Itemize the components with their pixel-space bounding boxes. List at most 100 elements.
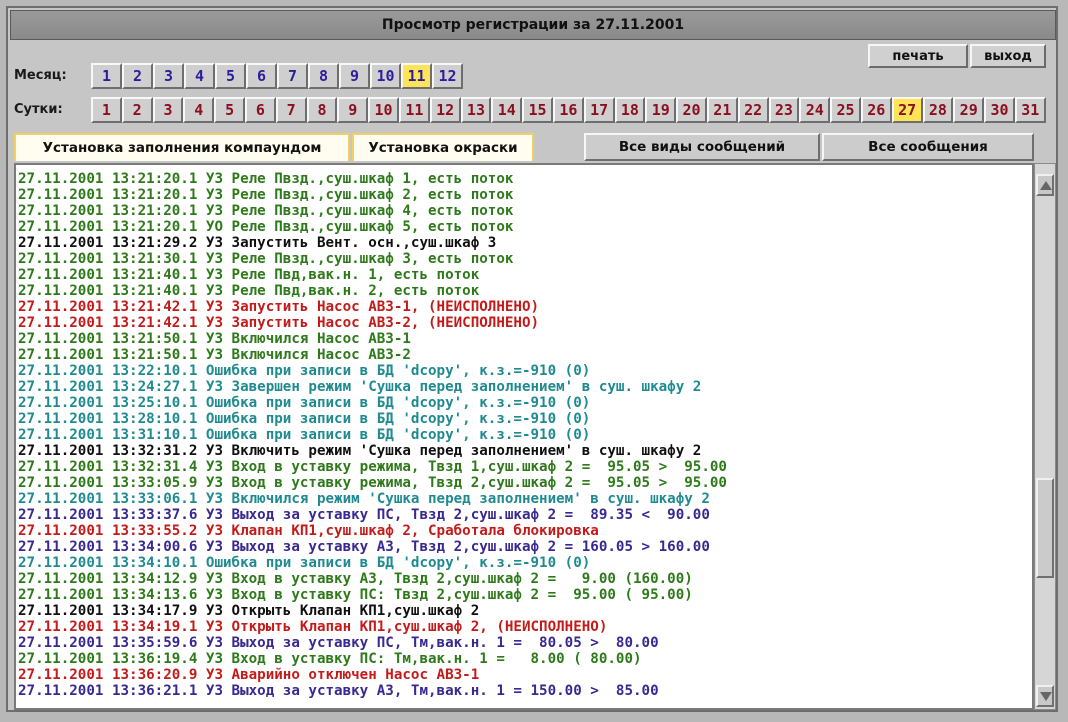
day-selector: 1 2 3 4 5 6 7 8 9 10 11 12 13 14 15 16 17 18 19 20 21 22 23 24 2… <box>91 97 1046 123</box>
all-messages-label: Все сообщения <box>822 133 1034 161</box>
log-entry: 27.11.2001 13:21:42.1 УЗ Запустить Насос… <box>18 315 540 331</box>
exit-button[interactable]: выход <box>970 44 1046 68</box>
log-entry: 27.11.2001 13:34:12.9 УЗ Вход в уставку … <box>18 571 693 587</box>
log-entry: 27.11.2001 13:21:20.1 УЗ Реле Пвзд.,суш.… <box>18 187 514 203</box>
month-button-11[interactable]: 11 <box>401 63 432 89</box>
log-entry: 27.11.2001 13:22:10.1 Ошибка при записи … <box>18 363 591 379</box>
day-button-7[interactable]: 7 <box>275 97 307 123</box>
log-entry: 27.11.2001 13:36:19.4 УЗ Вход в уставку … <box>18 651 642 667</box>
day-button-27[interactable]: 27 <box>891 97 923 123</box>
log-entry: 27.11.2001 13:25:10.1 Ошибка при записи … <box>18 395 591 411</box>
day-button-5[interactable]: 5 <box>214 97 245 123</box>
day-button-13[interactable]: 13 <box>460 97 492 123</box>
log-entry: 27.11.2001 13:21:40.1 УЗ Реле Пвд,вак.н.… <box>18 267 480 283</box>
log-entry: 27.11.2001 13:21:30.1 УЗ Реле Пвзд.,суш.… <box>18 251 514 267</box>
day-button-29[interactable]: 29 <box>953 97 985 123</box>
all-messages-button[interactable]: Все сообщения <box>822 133 1034 161</box>
log-entry: 27.11.2001 13:24:27.1 УЗ Завершен режим … <box>18 379 702 395</box>
day-button-21[interactable]: 21 <box>706 97 738 123</box>
tab-filling-compound[interactable]: Установка заполнения компаундом <box>14 133 350 161</box>
day-button-28[interactable]: 28 <box>922 97 954 123</box>
all-message-types-button[interactable]: Все виды сообщений <box>584 133 820 161</box>
log-entry: 27.11.2001 13:34:00.6 УЗ Выход за уставк… <box>18 539 710 555</box>
log-entry: 27.11.2001 13:28:10.1 Ошибка при записи … <box>18 411 591 427</box>
print-button[interactable]: печать <box>868 44 968 68</box>
month-button-6[interactable]: 6 <box>246 63 277 89</box>
day-button-20[interactable]: 20 <box>676 97 707 123</box>
month-selector: 1 2 3 4 5 6 7 8 9 10 11 12 <box>91 63 463 89</box>
day-button-8[interactable]: 8 <box>306 97 338 123</box>
month-button-12[interactable]: 12 <box>432 63 463 89</box>
tab-painting-label: Установка окраски <box>352 133 534 161</box>
arrow-down-icon <box>1040 692 1052 701</box>
arrow-up-icon <box>1040 181 1052 190</box>
month-button-7[interactable]: 7 <box>277 63 308 89</box>
day-button-26[interactable]: 26 <box>860 97 892 123</box>
log-entry: 27.11.2001 13:21:40.1 УЗ Реле Пвд,вак.н.… <box>18 283 480 299</box>
day-button-9[interactable]: 9 <box>337 97 369 123</box>
message-log[interactable]: 27.11.2001 13:21:20.1 УЗ Реле Пвзд.,суш.… <box>14 163 1034 710</box>
vertical-scrollbar[interactable] <box>1034 163 1056 710</box>
month-label: Месяц: <box>14 68 67 83</box>
day-button-25[interactable]: 25 <box>830 97 861 123</box>
day-button-4[interactable]: 4 <box>183 97 215 123</box>
day-button-23[interactable]: 23 <box>768 97 800 123</box>
day-button-2[interactable]: 2 <box>121 97 153 123</box>
log-entry: 27.11.2001 13:21:42.1 УЗ Запустить Насос… <box>18 299 540 315</box>
log-entry: 27.11.2001 13:21:20.1 УЗ Реле Пвзд.,суш.… <box>18 171 514 187</box>
log-entry: 27.11.2001 13:21:29.2 УЗ Запустить Вент.… <box>18 235 497 251</box>
log-entry: 27.11.2001 13:33:06.1 УЗ Включился режим… <box>18 491 710 507</box>
log-entry: 27.11.2001 13:21:20.1 УЗ Реле Пвзд.,суш.… <box>18 203 514 219</box>
month-button-3[interactable]: 3 <box>153 63 184 89</box>
day-button-15[interactable]: 15 <box>522 97 553 123</box>
day-button-11[interactable]: 11 <box>398 97 430 123</box>
log-entry: 27.11.2001 13:31:10.1 Ошибка при записи … <box>18 427 591 443</box>
day-button-31[interactable]: 31 <box>1014 97 1046 123</box>
log-entry: 27.11.2001 13:33:55.2 УЗ Клапан КП1,суш.… <box>18 523 599 539</box>
day-label: Сутки: <box>14 102 63 117</box>
log-entry: 27.11.2001 13:36:20.9 УЗ Аварийно отключ… <box>18 667 480 683</box>
day-button-30[interactable]: 30 <box>984 97 1015 123</box>
day-button-19[interactable]: 19 <box>645 97 677 123</box>
scroll-up-button[interactable] <box>1036 174 1054 196</box>
window-title: Просмотр регистрации за 27.11.2001 <box>381 17 685 33</box>
log-lines: 27.11.2001 13:21:20.1 УЗ Реле Пвзд.,суш.… <box>18 171 727 699</box>
log-entry: 27.11.2001 13:36:21.1 УЗ Выход за уставк… <box>18 683 659 699</box>
month-button-2[interactable]: 2 <box>122 63 153 89</box>
scroll-thumb[interactable] <box>1036 478 1054 579</box>
log-entry: 27.11.2001 13:21:50.1 УЗ Включился Насос… <box>18 347 411 363</box>
month-button-10[interactable]: 10 <box>370 63 401 89</box>
log-entry: 27.11.2001 13:35:59.6 УЗ Выход за уставк… <box>18 635 659 651</box>
day-button-10[interactable]: 10 <box>368 97 399 123</box>
title-bar: Просмотр регистрации за 27.11.2001 <box>10 10 1056 40</box>
scroll-down-button[interactable] <box>1036 685 1054 707</box>
month-button-4[interactable]: 4 <box>184 63 215 89</box>
log-entry: 27.11.2001 13:21:50.1 УЗ Включился Насос… <box>18 331 411 347</box>
day-button-14[interactable]: 14 <box>491 97 523 123</box>
tab-painting[interactable]: Установка окраски <box>352 133 534 161</box>
day-button-24[interactable]: 24 <box>799 97 831 123</box>
day-button-22[interactable]: 22 <box>737 97 769 123</box>
log-entry: 27.11.2001 13:34:19.1 УЗ Открыть Клапан … <box>18 619 608 635</box>
log-entry: 27.11.2001 13:34:10.1 Ошибка при записи … <box>18 555 591 571</box>
log-entry: 27.11.2001 13:21:20.1 УО Реле Пвзд.,суш.… <box>18 219 514 235</box>
month-button-8[interactable]: 8 <box>308 63 339 89</box>
day-button-17[interactable]: 17 <box>583 97 615 123</box>
log-entry: 27.11.2001 13:34:13.6 УЗ Вход в уставку … <box>18 587 693 603</box>
tab-filling-compound-label: Установка заполнения компаундом <box>14 133 350 161</box>
month-button-1[interactable]: 1 <box>91 63 122 89</box>
month-button-9[interactable]: 9 <box>339 63 370 89</box>
log-entry: 27.11.2001 13:32:31.4 УЗ Вход в уставку … <box>18 459 727 475</box>
day-button-6[interactable]: 6 <box>244 97 276 123</box>
day-button-18[interactable]: 18 <box>614 97 646 123</box>
day-button-3[interactable]: 3 <box>152 97 184 123</box>
all-message-types-label: Все виды сообщений <box>584 133 820 161</box>
log-entry: 27.11.2001 13:33:37.6 УЗ Выход за уставк… <box>18 507 710 523</box>
month-button-5[interactable]: 5 <box>215 63 246 89</box>
day-button-12[interactable]: 12 <box>429 97 461 123</box>
day-button-1[interactable]: 1 <box>91 97 122 123</box>
log-entry: 27.11.2001 13:33:05.9 УЗ Вход в уставку … <box>18 475 727 491</box>
log-entry: 27.11.2001 13:32:31.2 УЗ Включить режим … <box>18 443 702 459</box>
log-entry: 27.11.2001 13:34:17.9 УЗ Открыть Клапан … <box>18 603 480 619</box>
day-button-16[interactable]: 16 <box>552 97 584 123</box>
